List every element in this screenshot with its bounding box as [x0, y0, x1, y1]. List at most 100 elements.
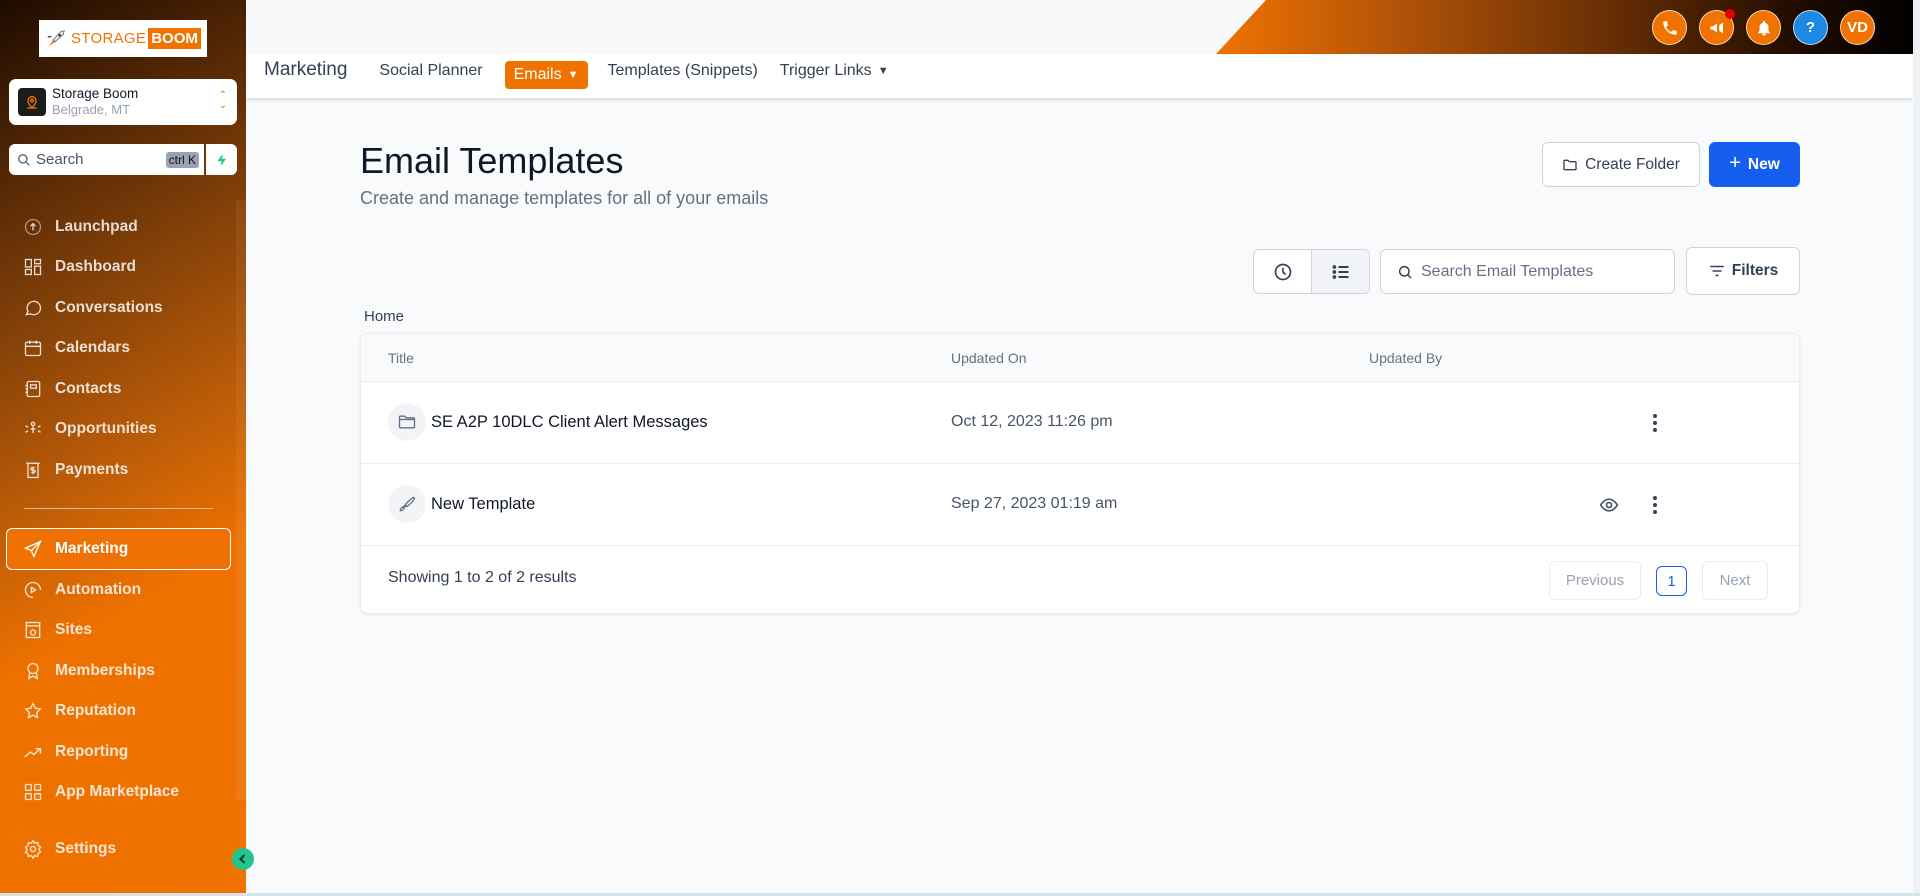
- sidebar-item-automation[interactable]: Automation: [22, 577, 141, 603]
- location-name: Storage Boom: [52, 86, 139, 101]
- search-templates[interactable]: [1380, 249, 1675, 294]
- avatar-initials: VD: [1847, 19, 1868, 36]
- folder-icon: [1563, 159, 1577, 170]
- sidebar: STORAGE BOOM Storage Boom Belgrade, MT ⌃…: [0, 0, 246, 894]
- folder-icon-wrap: [388, 403, 426, 441]
- tab-label: Templates (Snippets): [607, 62, 758, 79]
- badge-icon: [27, 662, 39, 680]
- table-row[interactable]: SE A2P 10DLC Client Alert Messages Oct 1…: [361, 382, 1799, 464]
- page-title: Email Templates: [360, 140, 624, 181]
- sidebar-item-label: Reputation: [55, 702, 136, 719]
- sidebar-item-conversations[interactable]: Conversations: [22, 295, 163, 321]
- sidebar-item-reporting[interactable]: Reporting: [22, 739, 128, 765]
- tab-social-planner[interactable]: Social Planner: [379, 62, 482, 80]
- search-icon: [1398, 265, 1412, 279]
- quick-actions-button[interactable]: [206, 144, 237, 175]
- sidebar-item-memberships[interactable]: Memberships: [22, 658, 155, 684]
- view-toggle: [1253, 249, 1370, 294]
- location-switcher[interactable]: Storage Boom Belgrade, MT ⌃ ⌄: [9, 79, 237, 125]
- tab-emails[interactable]: Emails ▼: [504, 61, 588, 89]
- top-header: ? VD: [246, 0, 1913, 54]
- row-title[interactable]: SE A2P 10DLC Client Alert Messages: [431, 413, 708, 432]
- star-icon: [24, 701, 42, 719]
- sidebar-scrollbar[interactable]: [236, 200, 246, 800]
- sidebar-search[interactable]: Search ctrl K: [9, 144, 204, 175]
- sidebar-item-launchpad[interactable]: Launchpad: [22, 214, 138, 240]
- more-options-icon[interactable]: [1645, 492, 1665, 518]
- new-button[interactable]: + New: [1709, 142, 1800, 187]
- sidebar-item-label: Automation: [55, 581, 142, 598]
- eye-icon[interactable]: [1599, 495, 1619, 515]
- calendar-icon: [24, 340, 42, 357]
- create-folder-button[interactable]: Create Folder: [1542, 142, 1700, 187]
- tab-label: Social Planner: [379, 62, 483, 79]
- brush-icon: [399, 496, 416, 512]
- launchpad-icon: [24, 218, 42, 236]
- table-header: Title Updated On Updated By: [361, 334, 1799, 382]
- page-subtitle: Create and manage templates for all of y…: [360, 188, 769, 208]
- sidebar-item-payments[interactable]: Payments: [22, 457, 128, 483]
- table-footer: Showing 1 to 2 of 2 results Previous 1 N…: [361, 546, 1799, 613]
- sidebar-item-label: Sites: [55, 621, 93, 638]
- sidebar-collapse-button[interactable]: [232, 848, 254, 870]
- folder-icon: [398, 415, 416, 429]
- avatar[interactable]: VD: [1840, 10, 1875, 45]
- brand-logo[interactable]: STORAGE BOOM: [39, 20, 207, 57]
- notifications-button[interactable]: [1746, 10, 1781, 45]
- sidebar-item-opportunities[interactable]: Opportunities: [22, 416, 157, 442]
- sidebar-item-dashboard[interactable]: Dashboard: [22, 254, 136, 280]
- announcements-button[interactable]: [1699, 9, 1735, 45]
- tab-templates-snippets[interactable]: Templates (Snippets): [608, 62, 758, 80]
- sidebar-item-label: Contacts: [55, 380, 122, 397]
- chevron-down-icon: ▼: [877, 65, 889, 77]
- tab-label: Trigger Links: [779, 62, 872, 79]
- logo-text-bold: BOOM: [148, 28, 201, 49]
- sidebar-item-label: Settings: [55, 840, 117, 857]
- template-icon-wrap: [388, 485, 426, 523]
- tab-trigger-links[interactable]: Trigger Links ▼: [780, 62, 889, 80]
- filters-button[interactable]: Filters: [1686, 247, 1800, 295]
- breadcrumb[interactable]: Home: [364, 308, 404, 325]
- phone-button[interactable]: [1652, 10, 1687, 45]
- column-updated-by[interactable]: Updated By: [1369, 350, 1442, 366]
- sidebar-item-label: Payments: [55, 461, 129, 478]
- column-updated-on[interactable]: Updated On: [951, 350, 1027, 366]
- rocket-icon: [47, 29, 65, 46]
- page-1-button[interactable]: 1: [1656, 566, 1687, 596]
- sidebar-item-reputation[interactable]: Reputation: [22, 698, 136, 724]
- more-options-icon[interactable]: [1645, 410, 1665, 436]
- help-button[interactable]: ?: [1793, 10, 1828, 45]
- apps-grid-icon: [24, 783, 42, 801]
- location-address: Belgrade, MT: [52, 102, 131, 117]
- previous-page-button[interactable]: Previous: [1549, 561, 1641, 600]
- help-icon: ?: [1805, 19, 1816, 36]
- search-icon: [18, 153, 30, 166]
- sidebar-item-settings[interactable]: Settings: [22, 836, 116, 862]
- row-title[interactable]: New Template: [431, 495, 535, 514]
- column-title[interactable]: Title: [388, 350, 414, 366]
- sidebar-item-label: Calendars: [55, 339, 130, 356]
- row-updated-on: Oct 12, 2023 11:26 pm: [951, 413, 1113, 430]
- sidebar-item-app-marketplace[interactable]: App Marketplace: [22, 779, 179, 805]
- table-row[interactable]: New Template Sep 27, 2023 01:19 am: [361, 464, 1799, 546]
- location-avatar: [18, 88, 46, 116]
- tab-label: Emails: [513, 66, 562, 83]
- create-folder-label: Create Folder: [1585, 155, 1680, 173]
- sidebar-item-calendars[interactable]: Calendars: [22, 335, 130, 361]
- page-scrollbar[interactable]: [1913, 0, 1920, 893]
- sidebar-item-contacts[interactable]: Contacts: [22, 376, 121, 402]
- search-templates-input[interactable]: [1421, 262, 1661, 281]
- opportunities-icon: [25, 421, 41, 434]
- shortcut-badge: ctrl K: [165, 151, 199, 168]
- logo-text: STORAGE: [71, 30, 147, 47]
- sidebar-item-sites[interactable]: Sites: [22, 617, 92, 643]
- chevron-down-icon: ▼: [567, 69, 579, 81]
- sidebar-item-label: Memberships: [55, 662, 155, 679]
- list-icon: [1332, 264, 1348, 279]
- list-view-button[interactable]: [1311, 250, 1369, 293]
- next-page-button[interactable]: Next: [1702, 561, 1768, 600]
- recent-view-button[interactable]: [1254, 250, 1311, 293]
- sidebar-item-marketing-content[interactable]: Marketing: [22, 536, 128, 562]
- page-number: 1: [1667, 572, 1676, 590]
- sidebar-item-label: Dashboard: [55, 258, 136, 275]
